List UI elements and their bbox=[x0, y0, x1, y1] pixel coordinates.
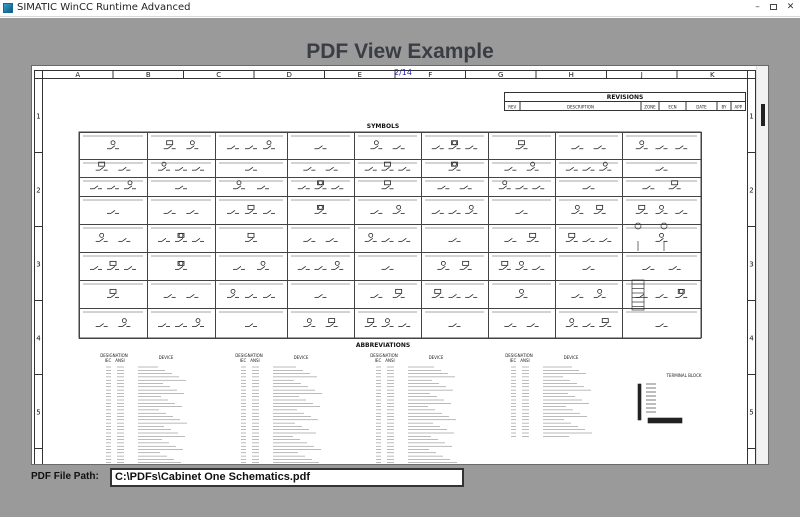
row-label: 5 bbox=[36, 409, 40, 417]
column-label: F bbox=[428, 71, 432, 79]
abbreviations-title: ABBREVIATIONS bbox=[356, 342, 410, 349]
abbrev-ansi-header: ANSI bbox=[520, 358, 529, 363]
revision-header: APP bbox=[734, 105, 742, 110]
revision-header: ECN bbox=[668, 105, 676, 110]
abbrev-device-header: DEVICE bbox=[159, 355, 174, 360]
maximize-button[interactable] bbox=[767, 1, 780, 14]
minimize-button[interactable]: – bbox=[751, 1, 764, 14]
symbol-glyphs bbox=[83, 135, 697, 328]
column-label: A bbox=[75, 71, 80, 79]
column-label: E bbox=[358, 71, 362, 79]
column-label: H bbox=[569, 71, 574, 79]
row-label: 5 bbox=[749, 409, 753, 417]
row-label: 4 bbox=[36, 335, 41, 343]
abbrev-iec-header: IEC bbox=[510, 358, 517, 363]
row-label: 3 bbox=[36, 261, 40, 269]
column-label: G bbox=[498, 71, 503, 79]
schematic-page: A B C D E F G H J K 1 1 2 2 3 3 4 4 5 5 REVISIONS REV DESCRIPT… bbox=[34, 66, 756, 465]
abbrev-column bbox=[106, 366, 187, 463]
terminal-block bbox=[637, 383, 683, 424]
scrollbar-thumb[interactable] bbox=[761, 104, 765, 126]
row-label: 1 bbox=[36, 113, 40, 121]
abbrev-iec-header: IEC bbox=[240, 358, 247, 363]
abbrev-ansi-header: ANSI bbox=[385, 358, 394, 363]
pdf-path-label: PDF File Path: bbox=[31, 471, 99, 482]
vertical-scrollbar[interactable] bbox=[756, 66, 768, 464]
revisions-title: REVISIONS bbox=[607, 94, 644, 101]
revision-header: BY bbox=[722, 105, 728, 110]
column-label: D bbox=[287, 71, 292, 79]
column-label: J bbox=[640, 71, 643, 79]
row-label: 1 bbox=[749, 113, 753, 121]
title-bar: SIMATIC WinCC Runtime Advanced – ✕ bbox=[0, 0, 800, 17]
abbrev-device-header: DEVICE bbox=[294, 355, 309, 360]
page-indicator: 2/14 bbox=[394, 68, 412, 77]
pdf-viewer[interactable]: A B C D E F G H J K 1 1 2 2 3 3 4 4 5 5 REVISIONS REV DESCRIPT… bbox=[31, 65, 769, 465]
symbols-title: SYMBOLS bbox=[367, 123, 399, 130]
column-label: B bbox=[146, 71, 151, 79]
revision-header: DATE bbox=[696, 105, 707, 110]
abbrev-column bbox=[376, 366, 457, 463]
abbrev-column bbox=[241, 366, 322, 463]
abbrev-iec-header: IEC bbox=[375, 358, 382, 363]
pdf-path-field[interactable]: C:\PDFs\Cabinet One Schematics.pdf bbox=[110, 468, 464, 487]
revision-header: REV bbox=[508, 105, 516, 110]
revision-header: ZONE bbox=[644, 105, 656, 110]
maximize-icon bbox=[770, 4, 777, 10]
abbrev-iec-header: IEC bbox=[105, 358, 112, 363]
row-label: 2 bbox=[36, 187, 40, 195]
abbrev-device-header: DEVICE bbox=[429, 355, 444, 360]
abbrev-ansi-header: ANSI bbox=[250, 358, 259, 363]
close-button[interactable]: ✕ bbox=[784, 1, 797, 14]
abbrev-column bbox=[511, 366, 592, 437]
page-title: PDF View Example bbox=[306, 40, 494, 63]
app-icon bbox=[3, 3, 13, 13]
row-label: 2 bbox=[749, 187, 753, 195]
row-label: 4 bbox=[749, 335, 754, 343]
row-label: 3 bbox=[749, 261, 753, 269]
revision-header: DESCRIPTION bbox=[567, 105, 594, 110]
abbrev-device-header: DEVICE bbox=[564, 355, 579, 360]
column-label: K bbox=[710, 71, 715, 79]
terminal-block-label: TERMINAL BLOCK bbox=[665, 373, 701, 378]
window-title: SIMATIC WinCC Runtime Advanced bbox=[17, 2, 191, 13]
abbrev-ansi-header: ANSI bbox=[115, 358, 124, 363]
column-label: C bbox=[216, 71, 221, 79]
